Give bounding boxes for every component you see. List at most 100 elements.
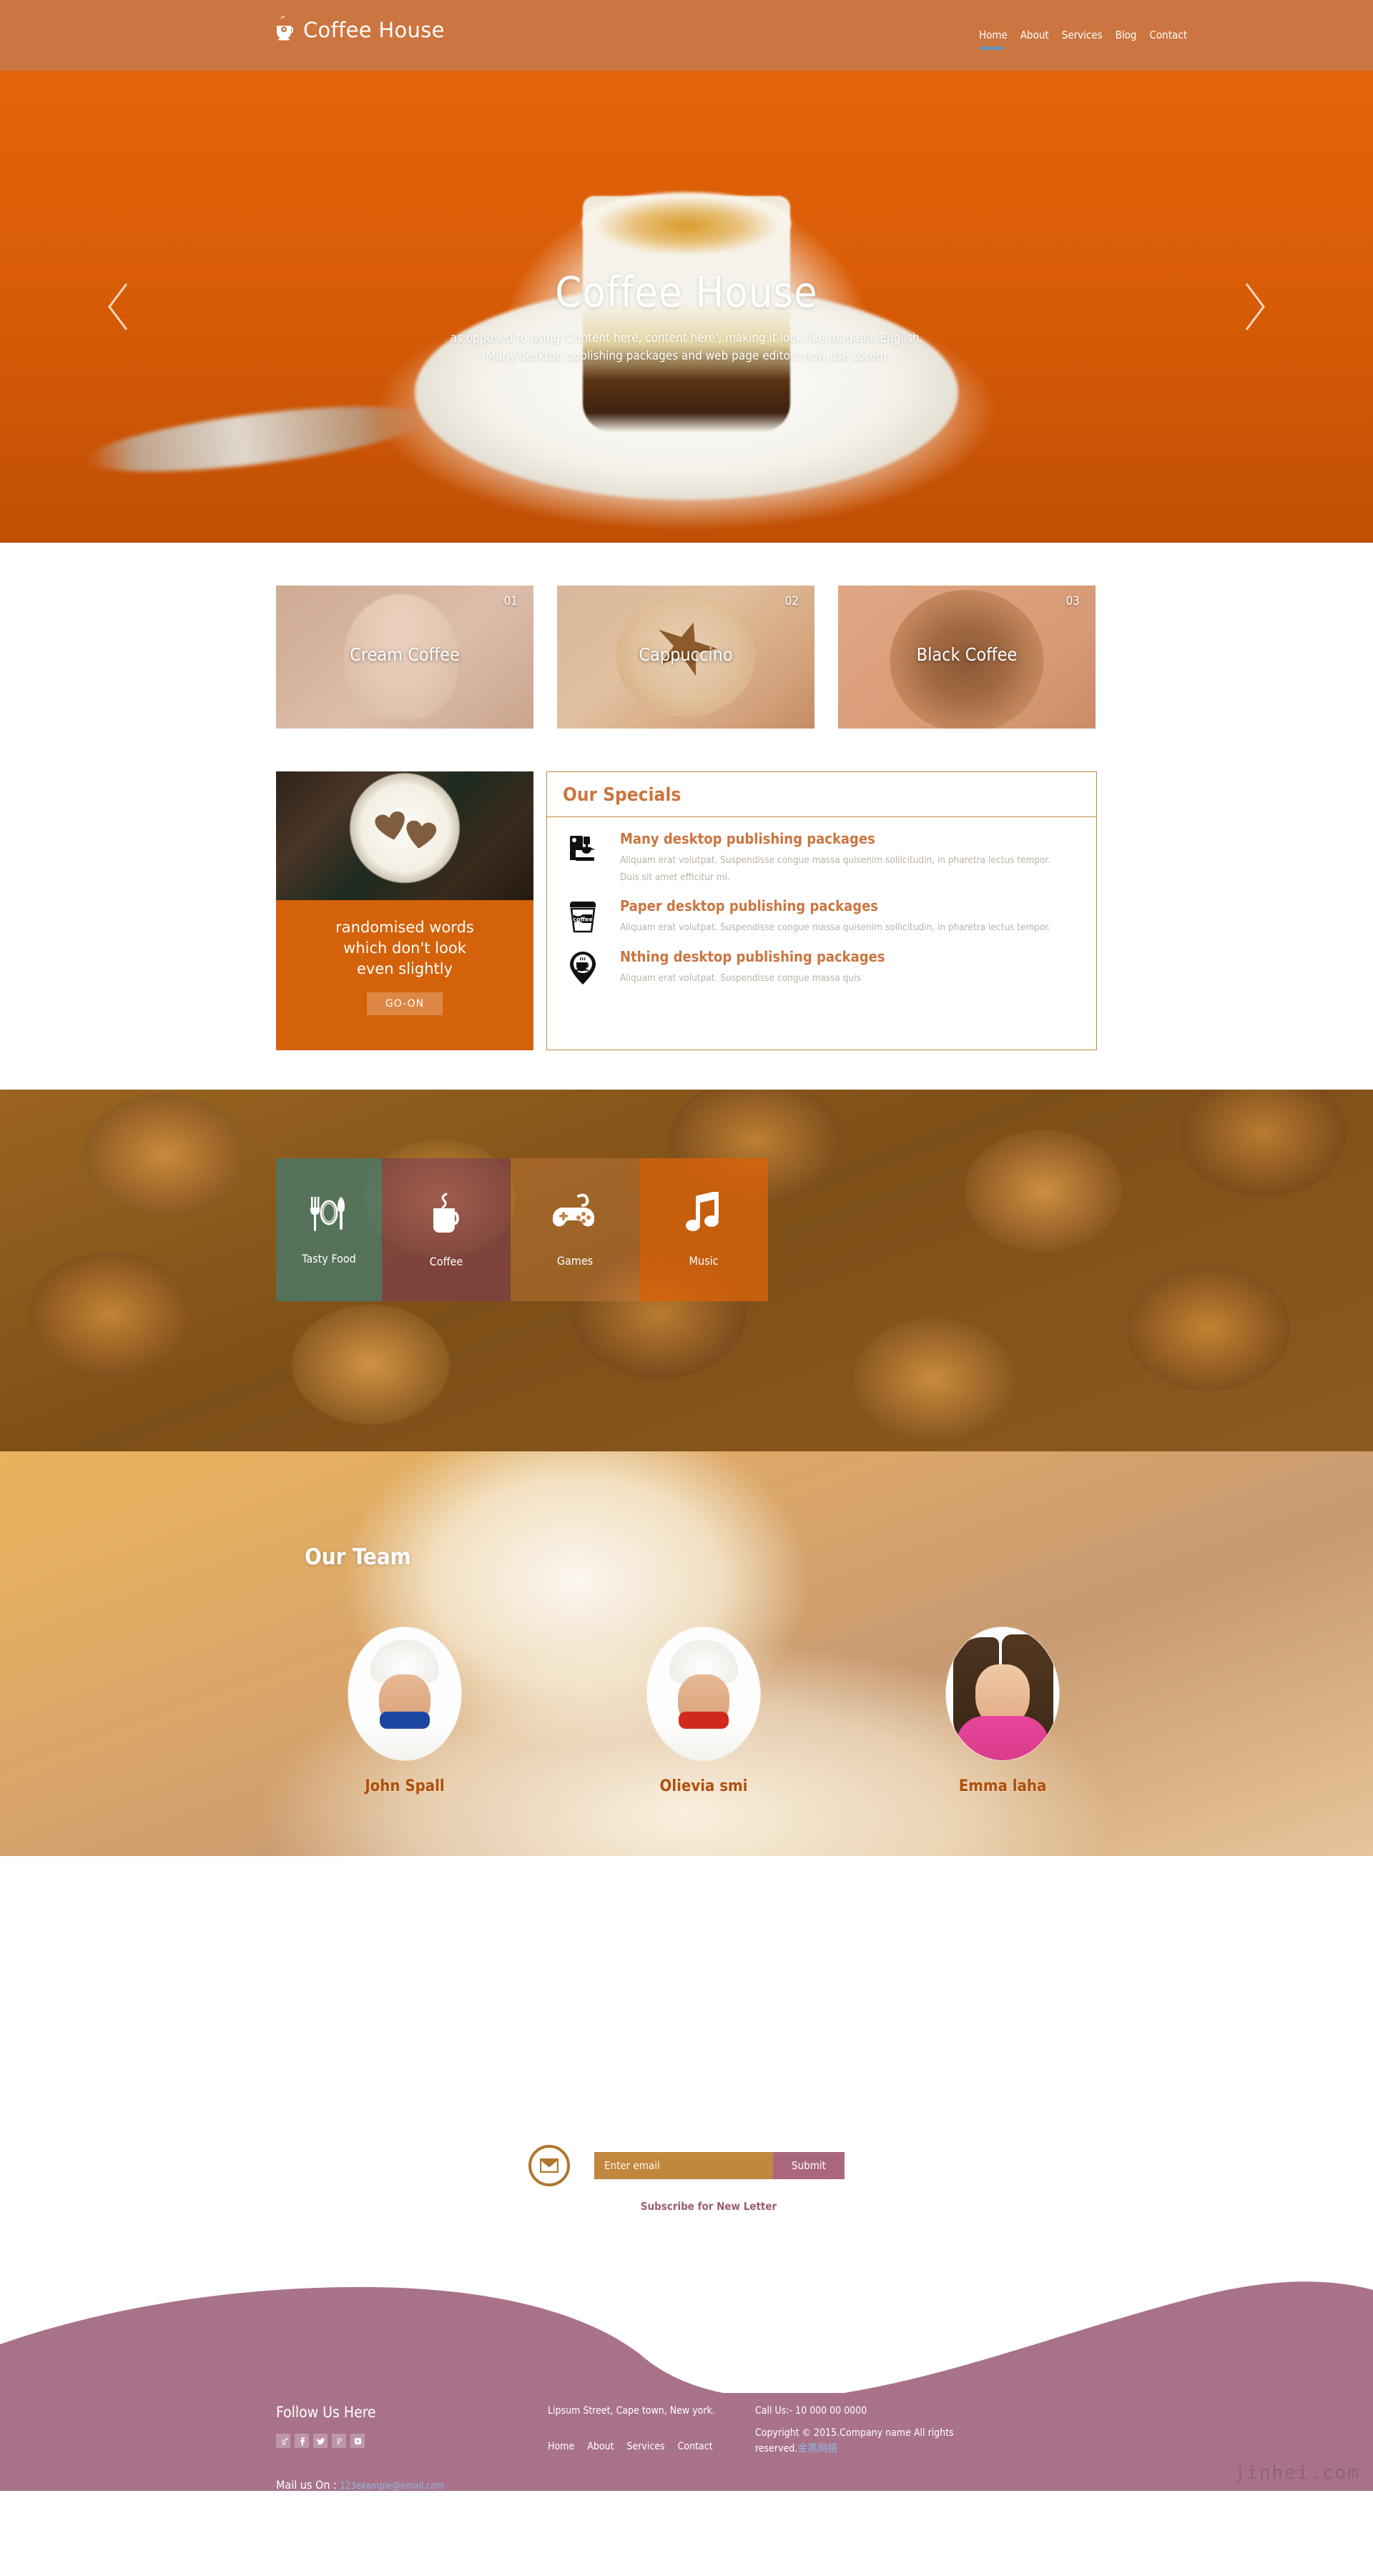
coffee-card[interactable]: 03 Black Coffee: [838, 586, 1096, 729]
nav-item-about[interactable]: About: [1020, 29, 1049, 46]
fork-plate-knife-icon: [307, 1194, 351, 1238]
newsletter-caption: Subscribe for New Letter: [640, 2200, 777, 2213]
hero-slider: Coffee House as opposed to using 'Conten…: [0, 71, 1373, 543]
avatar: [946, 1627, 1059, 1760]
card-number: 01: [503, 594, 518, 608]
card-number: 03: [1066, 594, 1080, 608]
service-tile-music[interactable]: Music: [639, 1158, 768, 1301]
pinterest-icon[interactable]: P: [332, 2434, 346, 2448]
special-item[interactable]: Nthing desktop publishing packages Aliqu…: [563, 948, 1081, 987]
coffee-machine-icon: [563, 830, 603, 886]
service-tile-games[interactable]: Games: [511, 1158, 639, 1301]
avatar: [647, 1627, 760, 1760]
coffee-card[interactable]: 01 Cream Coffee: [276, 586, 533, 729]
team-heading: Our Team: [305, 1544, 411, 1570]
service-tile-label: Games: [556, 1254, 594, 1268]
footer-link-home[interactable]: Home: [548, 2441, 574, 2452]
youtube-icon[interactable]: [350, 2434, 365, 2448]
promo-line-3: even slightly: [357, 959, 453, 977]
coffee-mug-steam-icon: [425, 1191, 468, 1240]
footer-follow-column: Follow Us Here g P Mail us On: 123examp…: [276, 2404, 548, 2492]
chevron-right-icon[interactable]: [1239, 281, 1269, 332]
footer-follow-title: Follow Us Here: [276, 2404, 376, 2421]
team-member[interactable]: John Spall: [276, 1627, 533, 1795]
chevron-left-icon[interactable]: [104, 281, 134, 332]
card-label: Cream Coffee: [350, 644, 460, 665]
team-members: John Spall Olievia smi Emma laha: [276, 1627, 1131, 1795]
blank-content-area: [0, 1856, 1373, 2145]
svg-text:P: P: [336, 2437, 342, 2446]
twitter-icon[interactable]: [313, 2434, 328, 2448]
nav-item-home[interactable]: Home: [979, 29, 1008, 50]
collar-shape: [679, 1712, 729, 1729]
services-section: Tasty Food Coffee Games Music: [0, 1090, 1373, 1451]
special-desc: Aliquam erat volutpat. Suspendisse congu…: [620, 922, 1050, 934]
coffee-cup-icon: [275, 14, 297, 44]
team-member-name: Olievia smi: [659, 1777, 748, 1795]
specials-title: Our Specials: [563, 784, 681, 806]
card-number: 02: [784, 594, 799, 608]
service-tile-label: Tasty Food: [302, 1252, 356, 1265]
newsletter-section: Submit Subscribe for New Letter: [0, 2145, 1373, 2220]
team-member-name: Emma laha: [958, 1777, 1047, 1795]
google-plus-icon[interactable]: g: [276, 2434, 290, 2448]
hero-title: Coffee House: [555, 267, 818, 317]
footer-address-column: Lipsum Street, Cape town, New york. Home…: [548, 2404, 755, 2492]
avatar: [348, 1627, 461, 1760]
page-root: Coffee House Home About Services Blog Co…: [0, 0, 1373, 2492]
nav-item-contact[interactable]: Contact: [1150, 29, 1188, 46]
envelope-icon: [528, 2145, 570, 2186]
footer-phone: Call Us:- 10 000 00 0000: [755, 2405, 867, 2417]
brand-name: Coffee House: [303, 18, 445, 42]
service-tile-coffee[interactable]: Coffee: [382, 1158, 511, 1301]
site-footer: Follow Us Here g P Mail us On: 123examp…: [0, 2279, 1373, 2492]
specials-panel: Our Specials Many desktop publishing pac…: [546, 771, 1097, 1050]
special-desc: Aliquam erat volutpat. Suspendisse congu…: [620, 972, 861, 984]
go-on-button[interactable]: GO-ON: [366, 992, 443, 1015]
brand-logo[interactable]: Coffee House: [275, 14, 445, 44]
footer-links: Home About Services Contact: [548, 2441, 755, 2452]
promo-card: randomised words which don't look even s…: [276, 771, 533, 1050]
special-item[interactable]: Many desktop publishing packages Aliquam…: [563, 830, 1081, 886]
team-member-name: John Spall: [365, 1777, 445, 1795]
heart-shape-icon: [374, 810, 409, 843]
special-title: Paper desktop publishing packages: [620, 897, 879, 915]
coffee-togo-cup-icon: coffee: [563, 897, 603, 937]
special-item[interactable]: coffee Paper desktop publishing packages…: [563, 897, 1081, 937]
social-links: g P: [276, 2434, 548, 2448]
submit-button[interactable]: Submit: [773, 2152, 845, 2179]
footer-copyright-link[interactable]: 金黑网络: [797, 2443, 837, 2454]
footer-link-services[interactable]: Services: [626, 2441, 664, 2452]
top-shape: [956, 1716, 1049, 1760]
nav-item-services[interactable]: Services: [1062, 29, 1103, 46]
music-note-icon: [685, 1190, 722, 1240]
hero-subtitle-line-2: Many desktop publishing packages and web…: [486, 348, 887, 363]
facebook-icon[interactable]: [295, 2434, 309, 2448]
footer-mail-address[interactable]: 123example@email.com: [340, 2481, 443, 2492]
footer-wave-decoration: [0, 2281, 1373, 2404]
coffee-card[interactable]: 02 Cappuccino: [557, 586, 815, 729]
services-tiles: Tasty Food Coffee Games Music: [276, 1158, 768, 1301]
footer-mail-label: Mail us On :: [276, 2478, 340, 2492]
service-tile-tasty-food[interactable]: Tasty Food: [276, 1158, 382, 1301]
promo-line-1: randomised words: [335, 919, 474, 936]
team-member[interactable]: Emma laha: [874, 1627, 1131, 1795]
team-section: Our Team John Spall Olievia smi Emma lah…: [0, 1451, 1373, 1856]
footer-mail-row: Mail us On : 123example@email.com: [276, 2478, 548, 2492]
site-header: Coffee House Home About Services Blog Co…: [0, 0, 1373, 71]
team-member[interactable]: Olievia smi: [575, 1627, 832, 1795]
special-title: Nthing desktop publishing packages: [620, 947, 885, 965]
footer-link-about[interactable]: About: [587, 2441, 614, 2452]
coffee-location-pin-icon: [563, 948, 603, 987]
card-label: Cappuccino: [639, 644, 733, 665]
newsletter-form: Submit: [594, 2152, 845, 2179]
email-input[interactable]: [594, 2152, 773, 2179]
hero-content: Coffee House as opposed to using 'Conten…: [0, 267, 1373, 365]
main-nav: Home About Services Blog Contact: [979, 29, 1188, 50]
footer-address: Lipsum Street, Cape town, New york.: [548, 2405, 715, 2417]
service-tile-label: Coffee: [429, 1255, 463, 1268]
specials-header: Our Specials: [547, 772, 1096, 817]
nav-item-blog[interactable]: Blog: [1116, 29, 1137, 46]
promo-text-box: randomised words which don't look even s…: [276, 900, 533, 1050]
footer-link-contact[interactable]: Contact: [678, 2441, 713, 2452]
